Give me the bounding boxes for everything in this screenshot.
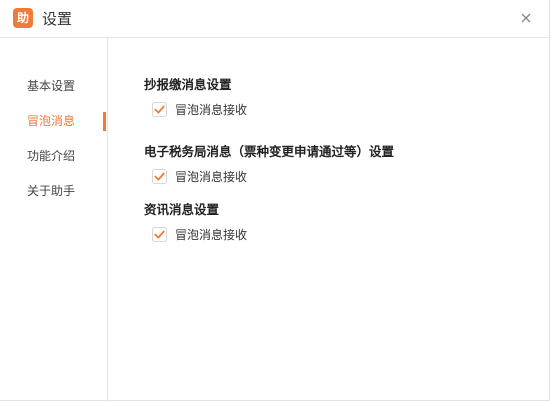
section-title-news: 资讯消息设置: [144, 202, 220, 217]
settings-content: 抄报缴消息设置 冒泡消息接收 电子税务局消息（票种变更申请通过等）设置 冒泡消息…: [108, 38, 549, 400]
checkbox-checked-icon: [152, 227, 167, 242]
sidebar-item-bubble-messages[interactable]: 冒泡消息: [0, 109, 107, 133]
checkbox-checked-icon: [152, 102, 167, 117]
option-label: 冒泡消息接收: [175, 170, 248, 184]
checkbox-checked-icon: [152, 169, 167, 184]
sidebar-item-label: 关于助手: [27, 184, 76, 198]
window-title: 设置: [42, 10, 73, 28]
sidebar-item-about[interactable]: 关于助手: [0, 179, 107, 203]
settings-window: 助 设置 基本设置 冒泡消息 功能介绍 关于助手 抄报缴消息设置 冒泡消息接收 …: [0, 0, 550, 401]
sidebar-item-label: 冒泡消息: [27, 114, 76, 128]
app-logo-icon: 助: [13, 8, 33, 28]
active-indicator: [103, 112, 106, 131]
section-title-copy-report-pay: 抄报缴消息设置: [144, 77, 232, 92]
sidebar-item-label: 基本设置: [27, 79, 76, 93]
sidebar-nav: 基本设置 冒泡消息 功能介绍 关于助手: [0, 38, 108, 401]
option-label: 冒泡消息接收: [175, 228, 248, 242]
close-icon: [521, 13, 531, 23]
option-label: 冒泡消息接收: [175, 103, 248, 117]
title-bar: 助 设置: [0, 0, 549, 38]
sidebar-item-feature-intro[interactable]: 功能介绍: [0, 144, 107, 168]
sidebar-item-basic-settings[interactable]: 基本设置: [0, 74, 107, 98]
close-button[interactable]: [517, 9, 535, 27]
section-title-e-tax-bureau: 电子税务局消息（票种变更申请通过等）设置: [144, 144, 395, 159]
sidebar-item-label: 功能介绍: [27, 149, 76, 163]
